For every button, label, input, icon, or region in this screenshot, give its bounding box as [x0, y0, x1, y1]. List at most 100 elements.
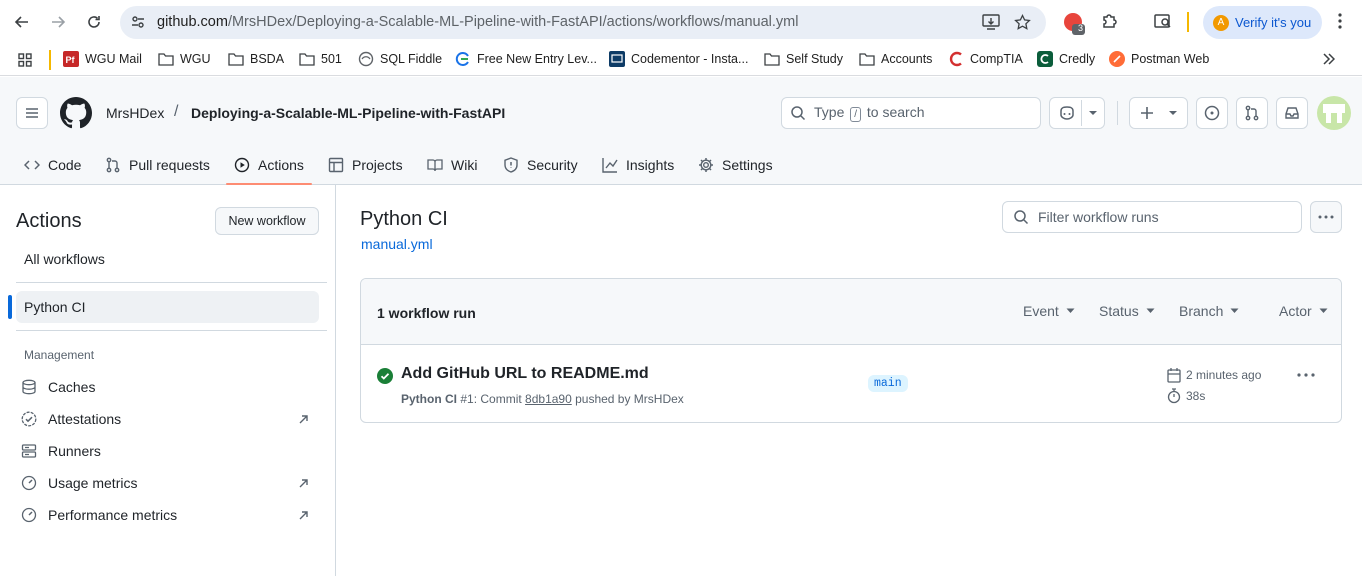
- bookmark-label: 501: [321, 52, 342, 66]
- kebab-horizontal-icon: [1318, 215, 1334, 219]
- bookmark-label: Free New Entry Lev...: [477, 52, 597, 66]
- tab-pull-requests[interactable]: Pull requests: [97, 146, 218, 184]
- entry-icon: [455, 51, 471, 67]
- filter-placeholder: Filter workflow runs: [1038, 209, 1159, 225]
- install-app-icon[interactable]: [982, 14, 1000, 31]
- bookmark-star-icon[interactable]: [1014, 14, 1031, 31]
- bookmark-label: WGU: [180, 52, 211, 66]
- repo-owner-link[interactable]: MrsHDex: [106, 105, 164, 121]
- extensions-puzzle-icon[interactable]: [1101, 12, 1119, 30]
- tab-actions[interactable]: Actions: [226, 146, 312, 185]
- search-prefix: Type: [814, 104, 845, 120]
- sidebar-item-performance-metrics[interactable]: Performance metrics: [20, 499, 319, 531]
- inbox-icon: [1285, 107, 1299, 119]
- bookmark-item[interactable]: BSDA: [228, 51, 284, 67]
- create-new-button[interactable]: [1129, 97, 1188, 129]
- hamburger-menu-button[interactable]: [16, 97, 48, 129]
- run-pushed-by: pushed by MrsHDex: [571, 392, 684, 406]
- more-bookmarks-icon[interactable]: [1323, 52, 1335, 66]
- selected-indicator: [8, 295, 12, 319]
- site-info-icon[interactable]: [130, 14, 146, 30]
- workflow-runs-box: 1 workflow run Event Status Branch Actor Ad…: [360, 278, 1342, 423]
- bookmark-item[interactable]: WGU: [158, 51, 211, 67]
- sidebar-item-all-workflows[interactable]: All workflows: [16, 243, 319, 275]
- bookmark-item[interactable]: Pf WGU Mail: [63, 51, 142, 67]
- calendar-icon: [1167, 368, 1181, 383]
- search-input[interactable]: Type / to search: [781, 97, 1041, 129]
- reload-icon[interactable]: [84, 12, 104, 32]
- filter-runs-input[interactable]: Filter workflow runs: [1002, 201, 1302, 233]
- bookmark-item[interactable]: Accounts: [859, 51, 932, 67]
- tab-wiki[interactable]: Wiki: [419, 146, 485, 184]
- filter-status-dropdown[interactable]: Status: [1099, 303, 1155, 319]
- bookmark-item[interactable]: SQL Fiddle: [358, 51, 442, 67]
- bookmark-label: BSDA: [250, 52, 285, 66]
- bookmark-item[interactable]: Postman Web: [1109, 51, 1209, 67]
- search-shortcut-key: /: [850, 107, 862, 122]
- run-count: 1 workflow run: [377, 305, 476, 321]
- workflow-more-button[interactable]: [1310, 201, 1342, 233]
- forward-icon[interactable]: [48, 12, 68, 32]
- bookmark-item[interactable]: Credly: [1037, 51, 1095, 67]
- bookmark-item[interactable]: Codementor - Insta...: [609, 51, 748, 67]
- filter-actor-dropdown[interactable]: Actor: [1279, 303, 1328, 319]
- chrome-menu-icon[interactable]: [1338, 12, 1342, 30]
- verified-icon: [20, 410, 38, 428]
- tab-settings[interactable]: Settings: [690, 146, 781, 184]
- inbox-button[interactable]: [1276, 97, 1308, 129]
- tab-code[interactable]: Code: [16, 146, 89, 184]
- bookmark-item[interactable]: Self Study: [764, 51, 843, 67]
- url-host: github.com: [157, 14, 228, 30]
- branch-badge[interactable]: main: [868, 375, 908, 392]
- tab-security[interactable]: Security: [495, 146, 586, 184]
- sidebar-item-label: Attestations: [48, 411, 122, 427]
- triangle-down-icon: [1319, 308, 1328, 314]
- folder-icon: [859, 51, 875, 67]
- run-duration-text: 38s: [1186, 389, 1206, 403]
- graph-icon: [602, 157, 618, 173]
- tab-insights[interactable]: Insights: [594, 146, 682, 184]
- filter-event-dropdown[interactable]: Event: [1023, 303, 1075, 319]
- sidebar-item-usage-metrics[interactable]: Usage metrics: [20, 467, 319, 499]
- extension-abp-icon[interactable]: 3: [1063, 12, 1087, 36]
- run-more-icon[interactable]: [1297, 373, 1315, 377]
- sidebar-item-attestations[interactable]: Attestations: [20, 403, 319, 435]
- tab-projects[interactable]: Projects: [320, 146, 411, 184]
- python-ci-label: Python CI: [24, 299, 86, 315]
- new-workflow-button[interactable]: New workflow: [215, 207, 319, 235]
- workflow-file-link[interactable]: manual.yml: [361, 236, 433, 252]
- sidebar-item-runners[interactable]: Runners: [20, 435, 319, 467]
- meter-icon: [20, 474, 38, 492]
- url-path: /MrsHDex/Deploying-a-Scalable-ML-Pipelin…: [227, 14, 799, 30]
- back-icon[interactable]: [12, 12, 32, 32]
- commit-sha-link[interactable]: 8db1a90: [525, 392, 572, 406]
- workflow-title: Python CI: [360, 208, 448, 230]
- bookmark-label: Postman Web: [1131, 52, 1210, 66]
- verify-identity-button[interactable]: A Verify it's you: [1203, 6, 1322, 39]
- user-avatar[interactable]: [1317, 96, 1351, 130]
- postman-icon: [1109, 51, 1125, 67]
- bookmark-item[interactable]: Free New Entry Lev...: [455, 51, 597, 67]
- github-logo-icon[interactable]: [60, 97, 92, 129]
- bookmark-item[interactable]: CompTIA: [948, 51, 1023, 67]
- apps-grid-icon[interactable]: [18, 53, 32, 67]
- sidebar-item-python-ci[interactable]: Python CI: [16, 291, 319, 323]
- sidebar-item-caches[interactable]: Caches: [20, 371, 319, 403]
- sidebar-item-label: Performance metrics: [48, 507, 178, 523]
- bookmark-item[interactable]: 501: [299, 51, 342, 67]
- tab-search-icon[interactable]: [1154, 12, 1172, 30]
- filter-branch-dropdown[interactable]: Branch: [1179, 303, 1239, 319]
- copilot-button[interactable]: [1049, 97, 1105, 129]
- management-heading: Management: [24, 348, 95, 362]
- tab-label: Actions: [258, 157, 304, 173]
- issues-button[interactable]: [1196, 97, 1228, 129]
- pull-requests-button[interactable]: [1236, 97, 1268, 129]
- run-title-link[interactable]: Add GitHub URL to README.md: [401, 365, 649, 383]
- address-bar[interactable]: github.com/MrsHDex/Deploying-a-Scalable-…: [120, 6, 1046, 39]
- server-icon: [20, 442, 38, 460]
- svg-text:Pf: Pf: [66, 55, 76, 65]
- run-time-text: 2 minutes ago: [1186, 368, 1262, 382]
- workflow-run-row[interactable]: Add GitHub URL to README.md Python CI #1…: [361, 345, 1341, 422]
- run-duration: 38s: [1167, 388, 1205, 404]
- repo-name-link[interactable]: Deploying-a-Scalable-ML-Pipeline-with-Fa…: [191, 105, 505, 121]
